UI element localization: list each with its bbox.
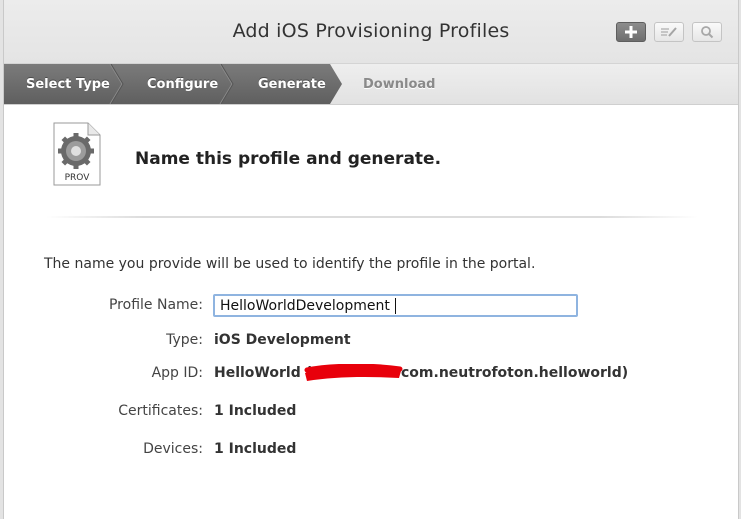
pencil-icon — [661, 27, 677, 37]
search-button[interactable] — [692, 22, 722, 42]
edit-button[interactable] — [654, 22, 684, 42]
profile-name-label: Profile Name: — [108, 297, 203, 313]
prov-icon-label: PROV — [65, 173, 91, 183]
step-download: Download — [363, 77, 436, 92]
devices-value: 1 Included — [214, 441, 297, 457]
divider — [46, 216, 698, 218]
text-caret — [395, 298, 396, 314]
app-id-name: HelloWorld ( — [214, 365, 312, 381]
step-configure: Configure — [147, 77, 219, 92]
type-value: iOS Development — [214, 332, 351, 348]
app-id-label: App ID: — [151, 365, 203, 381]
header-bar: Add iOS Provisioning Profiles — [4, 0, 738, 64]
certificates-label: Certificates: — [118, 403, 203, 419]
app-id-bundle: com.neutrofoton.helloworld) — [401, 365, 629, 381]
devices-label: Devices: — [143, 441, 203, 457]
magnifier-icon — [701, 26, 714, 39]
type-label: Type: — [166, 332, 203, 348]
redaction-mark — [304, 364, 403, 381]
section-heading: Name this profile and generate. — [135, 149, 442, 169]
provisioning-profile-icon: PROV — [52, 122, 102, 186]
step-progress-bar: Select Type Configure Generate Download — [4, 64, 738, 105]
intro-text: The name you provide will be used to ide… — [44, 256, 536, 272]
step-select-type: Select Type — [26, 77, 110, 92]
add-button[interactable] — [616, 22, 646, 42]
step-generate: Generate — [258, 77, 326, 92]
certificates-value: 1 Included — [214, 403, 297, 419]
plus-icon — [625, 26, 637, 38]
